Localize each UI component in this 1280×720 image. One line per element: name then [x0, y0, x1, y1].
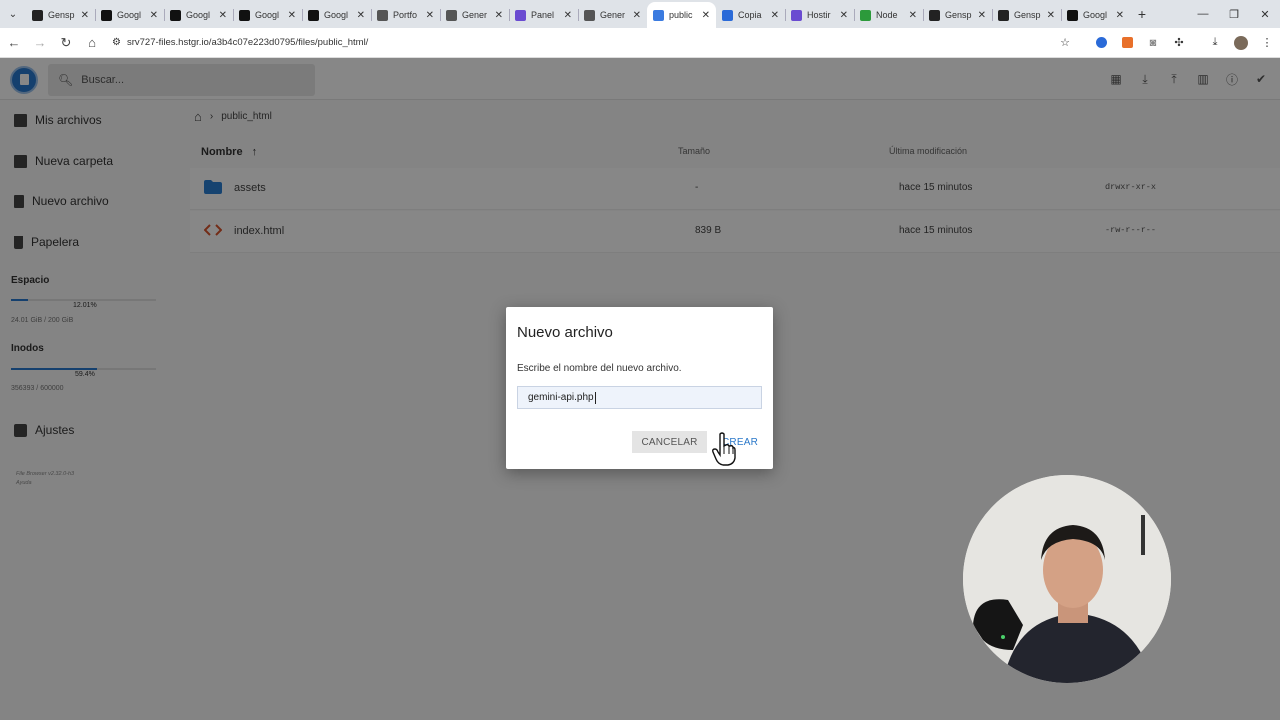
- tab-favicon-icon: [1067, 9, 1078, 21]
- tab-favicon-icon: [860, 9, 871, 21]
- browser-tab[interactable]: Node ✕: [854, 2, 923, 28]
- tab-close-icon[interactable]: ✕: [219, 10, 227, 21]
- browser-tab[interactable]: Googl ✕: [233, 2, 302, 28]
- tab-favicon-icon: [32, 9, 43, 21]
- site-info-icon[interactable]: ⚙: [112, 37, 121, 48]
- browser-tab[interactable]: Googl ✕: [1061, 2, 1130, 28]
- tab-title: Googl: [117, 10, 142, 20]
- url-text: srv727-files.hstgr.io/a3b4c07e223d0795/f…: [126, 37, 369, 48]
- webcam-overlay: [963, 475, 1171, 683]
- extension-orange-icon[interactable]: [1114, 31, 1140, 55]
- browser-tab[interactable]: Gensp ✕: [923, 2, 992, 28]
- url-field[interactable]: ⚙ srv727-files.hstgr.io/a3b4c07e223d0795…: [112, 31, 1052, 55]
- hand-cursor-icon: [712, 432, 736, 466]
- home-button-icon[interactable]: ⌂: [80, 31, 104, 55]
- tab-favicon-icon: [446, 9, 457, 21]
- tab-favicon-icon: [653, 9, 664, 21]
- cancel-button[interactable]: CANCELAR: [632, 431, 707, 453]
- filename-value: gemini-api.php: [528, 392, 594, 403]
- presenter-video-image: [963, 475, 1171, 683]
- tab-close-icon[interactable]: ✕: [150, 10, 158, 21]
- tab-favicon-icon: [101, 9, 112, 21]
- browser-tab[interactable]: Portfo ✕: [371, 2, 440, 28]
- tab-favicon-icon: [998, 9, 1009, 21]
- profile-avatar[interactable]: [1228, 31, 1254, 55]
- tab-close-icon[interactable]: ✕: [840, 10, 848, 21]
- tab-close-icon[interactable]: ✕: [633, 10, 641, 21]
- tab-title: Googl: [186, 10, 211, 20]
- tab-close-icon[interactable]: ✕: [357, 10, 365, 21]
- tab-favicon-icon: [722, 9, 733, 21]
- tab-title: Gensp: [48, 10, 75, 20]
- back-icon[interactable]: ←: [2, 31, 26, 55]
- screenshot-extension-icon[interactable]: ◙: [1140, 31, 1166, 55]
- tab-title: Gener: [462, 10, 488, 20]
- tab-title: Copia: [738, 10, 762, 20]
- tab-close-icon[interactable]: ✕: [81, 10, 89, 21]
- tab-title: Node: [876, 10, 898, 20]
- browser-tab[interactable]: Gener ✕: [578, 2, 647, 28]
- browser-tab[interactable]: Gensp ✕: [26, 2, 95, 28]
- tab-close-icon[interactable]: ✕: [702, 10, 710, 21]
- browser-tab[interactable]: Gensp ✕: [992, 2, 1061, 28]
- tab-favicon-icon: [584, 9, 595, 21]
- restore-icon[interactable]: ❐: [1219, 0, 1249, 28]
- tab-close-icon[interactable]: ✕: [1116, 10, 1124, 21]
- tab-title: Googl: [1083, 10, 1108, 20]
- tab-search-chevron-icon[interactable]: ⌄: [0, 0, 26, 28]
- tab-title: Googl: [255, 10, 280, 20]
- tab-favicon-icon: [515, 9, 526, 21]
- browser-tab-strip: ⌄ Gensp ✕ Googl ✕ Googl ✕ Googl ✕ Googl ✕ Portfo ✕ G…: [0, 0, 1280, 28]
- extension-blue-icon[interactable]: [1088, 31, 1114, 55]
- tab-favicon-icon: [170, 9, 181, 21]
- text-caret: [594, 391, 596, 404]
- tab-title: Hostir: [807, 10, 831, 20]
- browser-tab[interactable]: Hostir ✕: [785, 2, 854, 28]
- tab-favicon-icon: [239, 9, 250, 21]
- new-tab-button[interactable]: +: [1130, 6, 1154, 22]
- tab-close-icon[interactable]: ✕: [495, 10, 503, 21]
- tab-close-icon[interactable]: ✕: [564, 10, 572, 21]
- browser-tab[interactable]: Panel ✕: [509, 2, 578, 28]
- dialog-title: Nuevo archivo: [517, 324, 613, 341]
- tab-title: public: [669, 10, 693, 20]
- tab-title: Portfo: [393, 10, 418, 20]
- tab-favicon-icon: [377, 9, 388, 21]
- browser-tab[interactable]: Googl ✕: [302, 2, 371, 28]
- bookmark-star-icon[interactable]: ☆: [1052, 31, 1078, 55]
- tab-favicon-icon: [791, 9, 802, 21]
- browser-menu-icon[interactable]: ⋮: [1254, 31, 1280, 55]
- browser-tab[interactable]: public ✕: [647, 2, 716, 28]
- dialog-message: Escribe el nombre del nuevo archivo.: [517, 363, 682, 374]
- browser-tab[interactable]: Gener ✕: [440, 2, 509, 28]
- tab-title: Gener: [600, 10, 626, 20]
- tab-title: Gensp: [1014, 10, 1041, 20]
- tab-close-icon[interactable]: ✕: [1047, 10, 1055, 21]
- tab-close-icon[interactable]: ✕: [978, 10, 986, 21]
- tab-title: Gensp: [945, 10, 972, 20]
- tab-favicon-icon: [308, 9, 319, 21]
- extensions-puzzle-icon[interactable]: ✣: [1166, 31, 1192, 55]
- forward-icon[interactable]: →: [28, 31, 52, 55]
- tab-favicon-icon: [929, 9, 940, 21]
- minimize-icon[interactable]: —: [1188, 0, 1218, 28]
- browser-tab[interactable]: Copia ✕: [716, 2, 785, 28]
- tab-title: Googl: [324, 10, 349, 20]
- tab-close-icon[interactable]: ✕: [288, 10, 296, 21]
- browser-tab[interactable]: Googl ✕: [164, 2, 233, 28]
- browser-tab[interactable]: Googl ✕: [95, 2, 164, 28]
- reload-icon[interactable]: ↻: [54, 31, 78, 55]
- tab-close-icon[interactable]: ✕: [771, 10, 779, 21]
- filename-input[interactable]: gemini-api.php: [517, 386, 762, 409]
- address-bar-row: ← → ↻ ⌂ ⚙ srv727-files.hstgr.io/a3b4c07e…: [0, 28, 1280, 58]
- tab-close-icon[interactable]: ✕: [426, 10, 434, 21]
- close-window-icon[interactable]: ✕: [1250, 0, 1280, 28]
- tab-close-icon[interactable]: ✕: [909, 10, 917, 21]
- tab-title: Panel: [531, 10, 555, 20]
- downloads-icon[interactable]: ⤓: [1202, 31, 1228, 55]
